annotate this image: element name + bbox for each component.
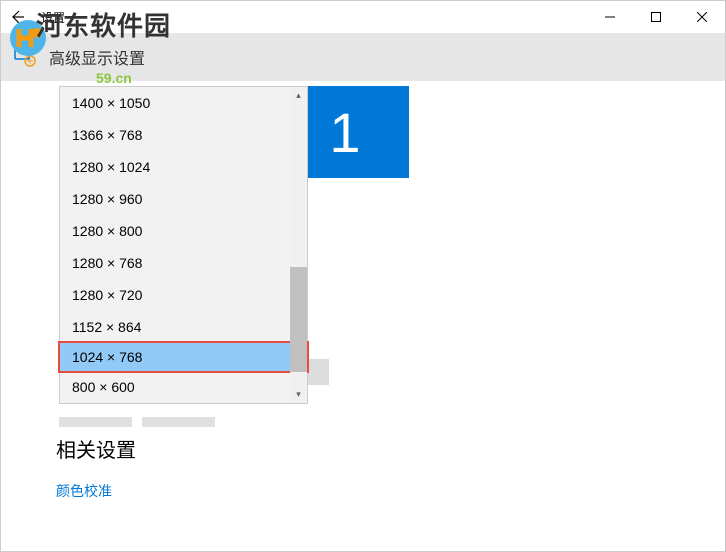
close-button[interactable]	[679, 1, 725, 33]
resolution-option[interactable]: 1280 × 768	[60, 247, 307, 279]
resolution-option[interactable]: 800 × 600	[60, 371, 307, 403]
resolution-option[interactable]: 1152 × 864	[60, 311, 307, 343]
maximize-icon	[651, 12, 661, 22]
maximize-button[interactable]	[633, 1, 679, 33]
minimize-button[interactable]	[587, 1, 633, 33]
partial-button[interactable]	[142, 417, 215, 427]
subheader-title: 高级显示设置	[49, 45, 145, 69]
resolution-option[interactable]: 1280 × 960	[60, 183, 307, 215]
resolution-option[interactable]: 1280 × 1024	[60, 151, 307, 183]
close-icon	[697, 12, 707, 22]
resolution-dropdown[interactable]: 1400 × 1050 1366 × 768 1280 × 1024 1280 …	[59, 86, 308, 404]
related-settings-section: 相关设置 颜色校准	[56, 434, 136, 501]
watermark-logo-icon	[9, 19, 47, 62]
partial-button[interactable]	[59, 417, 132, 427]
content-area: 1 1400 × 1050 1366 × 768 1280 × 1024 128…	[1, 81, 725, 551]
monitor-number: 1	[329, 100, 360, 165]
dropdown-scrollbar[interactable]: ▴ ▾	[290, 87, 307, 403]
scroll-thumb[interactable]	[290, 267, 307, 372]
resolution-option[interactable]: 1400 × 1050	[60, 87, 307, 119]
resolution-option[interactable]: 1280 × 720	[60, 279, 307, 311]
subheader: 高级显示设置 59.cn	[1, 33, 725, 81]
minimize-icon	[605, 12, 615, 22]
partial-buttons-row	[59, 417, 215, 427]
scroll-down-arrow[interactable]: ▾	[290, 386, 307, 403]
scroll-up-arrow[interactable]: ▴	[290, 87, 307, 104]
color-calibration-link[interactable]: 颜色校准	[56, 481, 136, 501]
window-controls	[587, 1, 725, 33]
related-heading: 相关设置	[56, 434, 136, 463]
resolution-option-selected[interactable]: 1024 × 768	[58, 341, 309, 373]
resolution-option[interactable]: 1366 × 768	[60, 119, 307, 151]
titlebar: 设置	[1, 1, 725, 33]
resolution-option[interactable]: 1280 × 800	[60, 215, 307, 247]
